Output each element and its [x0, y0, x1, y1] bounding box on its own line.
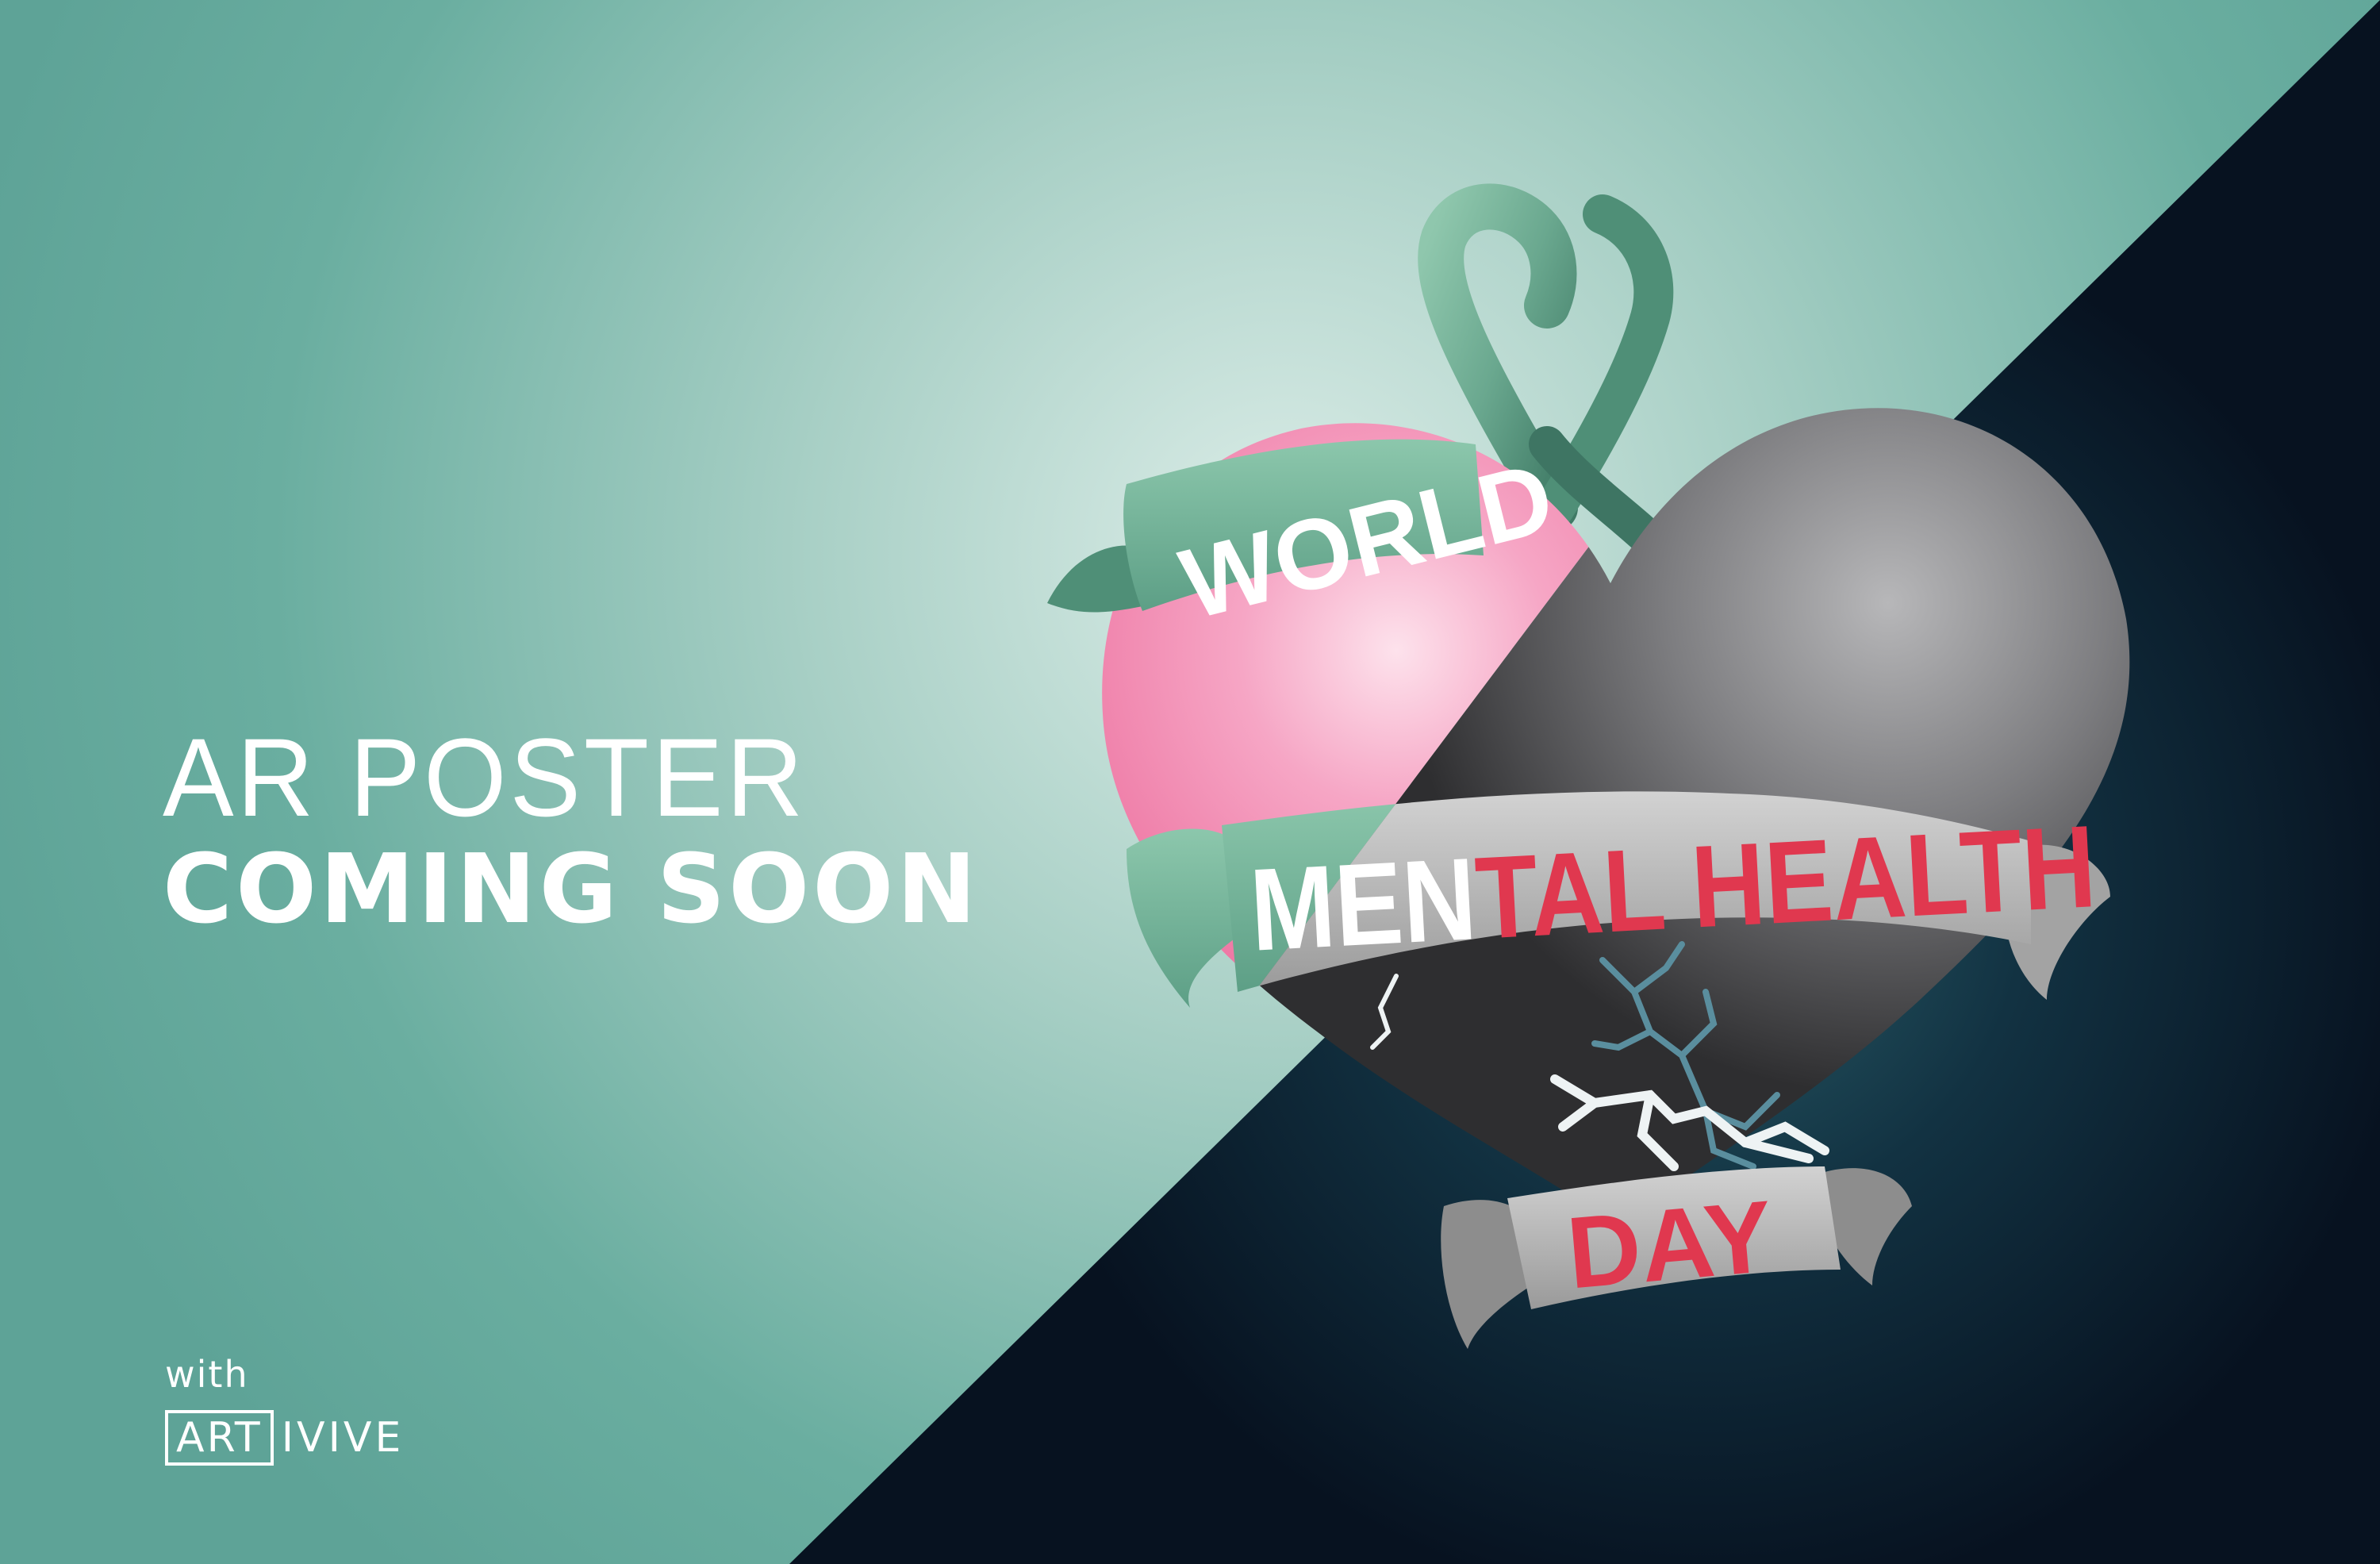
poster: AR POSTER COMING SOON with ART IVIVE WOR…: [0, 0, 2380, 1564]
banner-middle-label-part1: MEN: [1247, 834, 1480, 976]
heart-artwork: WORLD MENTAL HEALTH DAY: [1047, 183, 2130, 1349]
banner-bottom: DAY: [1441, 1166, 1912, 1349]
banner-bottom-label: DAY: [1563, 1179, 1777, 1310]
